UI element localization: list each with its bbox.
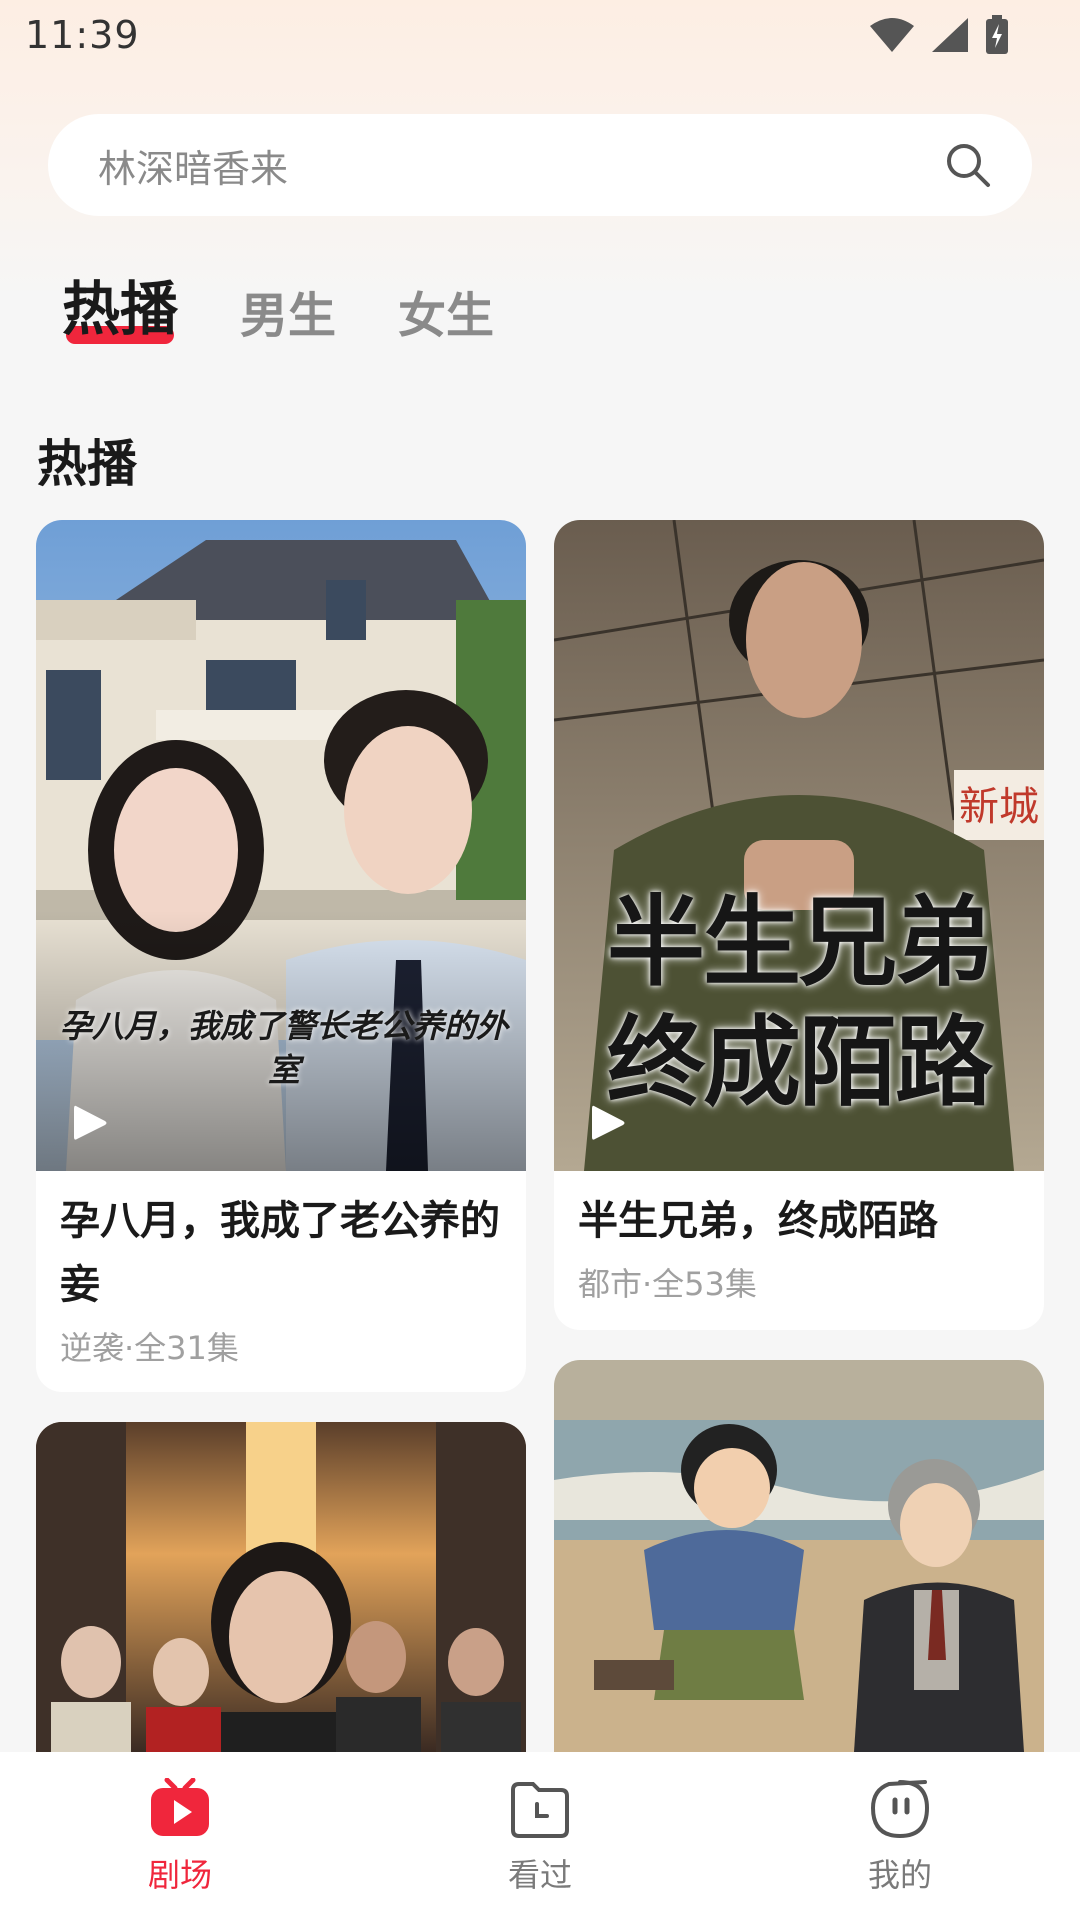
tab-male[interactable]: 男生 [240, 276, 336, 346]
theater-icon [151, 1778, 209, 1836]
nav-history[interactable]: 看过 [440, 1778, 640, 1896]
status-time: 11:39 [25, 13, 140, 57]
tab-hot[interactable]: 热播 [62, 262, 178, 346]
profile-icon [870, 1780, 930, 1839]
nav-profile[interactable]: 我的 [800, 1778, 1000, 1896]
card-info: 孕八月，我成了老公养的妾 逆袭·全31集 [36, 1171, 526, 1369]
card-title: 半生兄弟，终成陌路 [578, 1198, 938, 1244]
drama-card[interactable]: 孕八月，我成了警长老公养的外室 孕八月，我成了老公养的妾 逆袭·全31集 [36, 520, 526, 1392]
nav-history-label: 看过 [507, 1856, 572, 1894]
nav-profile-label: 我的 [867, 1856, 932, 1894]
wifi-icon [870, 18, 914, 52]
signal-icon [932, 18, 968, 52]
drama-card[interactable] [36, 1422, 526, 1752]
section-title: 热播 [37, 435, 137, 493]
tab-hot-label: 热播 [62, 275, 179, 343]
status-bar: 11:39 [0, 0, 1080, 70]
poster-image [36, 1422, 526, 1752]
search-placeholder: 林深暗香来 [98, 146, 289, 191]
tab-female-label: 女生 [398, 288, 495, 344]
category-tabs: 热播 男生 女生 [62, 262, 494, 346]
history-folder-icon [511, 1782, 569, 1838]
tab-male-label: 男生 [240, 288, 337, 344]
card-meta: 都市·全53集 [578, 1265, 757, 1303]
card-info: 半生兄弟，终成陌路 都市·全53集 [554, 1171, 1044, 1305]
search-bar[interactable]: 林深暗香来 [48, 114, 1032, 216]
play-icon[interactable] [590, 1103, 626, 1143]
card-meta: 逆袭·全31集 [60, 1329, 239, 1367]
search-icon[interactable] [944, 141, 992, 189]
drama-poster[interactable]: 孕八月，我成了警长老公养的外室 [36, 520, 526, 1171]
poster-image [554, 1360, 1044, 1752]
drama-card[interactable] [554, 1360, 1044, 1752]
nav-theater[interactable]: 剧场 [80, 1778, 280, 1896]
nav-theater-label: 剧场 [147, 1856, 212, 1894]
poster-title-line2: 终成陌路 [606, 1006, 993, 1120]
bottom-nav: 剧场 看过 我的 [0, 1752, 1080, 1920]
battery-icon [986, 15, 1008, 54]
card-title: 孕八月，我成了老公养的妾 [60, 1198, 500, 1308]
tab-female[interactable]: 女生 [398, 276, 494, 346]
poster-caption: 孕八月，我成了警长老公养的外室 [59, 1007, 508, 1089]
status-icons [868, 14, 1010, 56]
drama-card[interactable]: 新城 半生兄弟 终成陌路 半生兄弟，终成陌路 都市·全53集 [554, 520, 1044, 1330]
market-sign-text: 新城 [959, 784, 1039, 830]
drama-poster[interactable]: 新城 半生兄弟 终成陌路 [554, 520, 1044, 1171]
play-icon[interactable] [72, 1103, 108, 1143]
poster-title-line1: 半生兄弟 [606, 886, 993, 1000]
